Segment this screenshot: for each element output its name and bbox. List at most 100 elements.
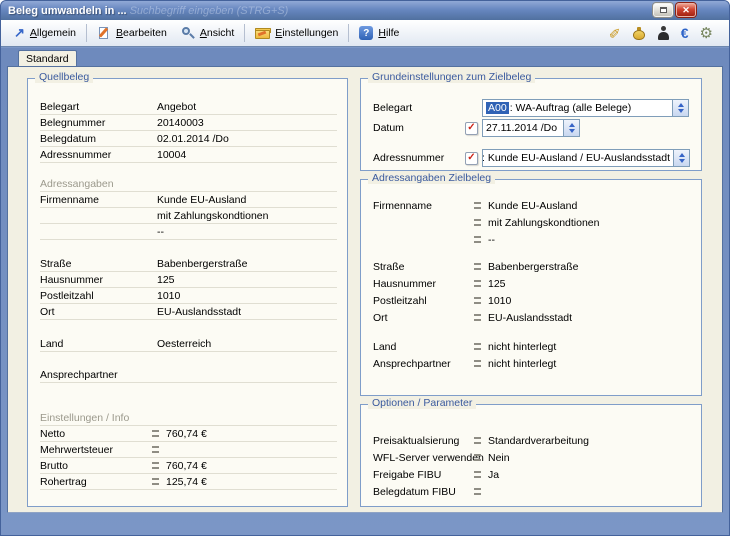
spin-up-icon [569,123,575,127]
field-value: Ja [488,469,499,481]
spin-down-icon [679,159,685,163]
field-value: 125 [157,274,175,286]
toolbar: Allgemein Bearbeiten Ansicht Einstellung… [1,20,729,47]
adressnummer-checkbox[interactable] [465,152,478,165]
hilfe-button[interactable]: Hilfe [352,23,406,43]
field-value: 1010 [488,295,511,307]
field-row: Mehrwertsteuer [40,442,337,458]
bearbeiten-button[interactable]: Bearbeiten [90,23,174,43]
bearbeiten-button-label: Bearbeiten [116,27,167,39]
field-label: Freigabe FIBU [373,469,474,481]
toolbar-right-icons [609,26,713,41]
titlebar[interactable]: Beleg umwandeln in ... Suchbegriff einge… [1,1,729,20]
datum-checkbox[interactable] [465,122,478,135]
quellbeleg-groupbox: Quellbeleg BelegartAngebot Belegnummer20… [27,78,348,507]
page-standard: Quellbeleg BelegartAngebot Belegnummer20… [7,66,723,513]
equals-bullet-icon [474,471,481,478]
label-rest: llgemein [37,27,76,39]
person-icon[interactable] [657,26,670,40]
equals-bullet-icon [474,280,481,287]
adressnummer-spinner[interactable] [673,150,689,166]
field-row: Hausnummer125 [373,275,691,292]
spin-down-icon [569,129,575,133]
gear-icon[interactable] [700,26,713,41]
field-label: Belegnummer [40,117,157,129]
label-rest: instellungen [282,27,338,39]
field-label: Adressnummer [373,152,465,164]
field-row: Belegdatum FIBU [373,483,691,500]
field-row: mit Zahlungskondtionen [373,214,691,231]
money-bag-icon[interactable] [632,26,646,40]
equals-bullet-icon [152,430,159,437]
field-row: Ansprechpartnernicht hinterlegt [373,355,691,372]
field-label: Adressnummer [40,149,157,161]
belegart-combobox[interactable]: A00: WA-Auftrag (alle Belege) [482,99,689,117]
field-row: OrtEU-Auslandsstadt [373,309,691,326]
field-label: Ort [40,306,157,318]
titlebar-search-hint[interactable]: Suchbegriff eingeben (STRG+S) [130,5,289,17]
field-row: Brutto760,74 € [40,458,337,474]
pencil-icon[interactable] [609,26,621,41]
datum-combobox[interactable]: 27.11.2014 /Do [482,119,580,137]
equals-bullet-icon [474,236,481,243]
equals-bullet-icon [152,462,159,469]
equals-bullet-icon [152,446,159,453]
field-value: Angebot [157,101,196,113]
field-label: Belegart [40,101,157,113]
field-value: mit Zahlungskondtionen [157,210,269,222]
optionen-parameter-legend: Optionen / Parameter [368,397,476,409]
equals-bullet-icon [474,297,481,304]
field-row: Postleitzahl1010 [40,288,337,304]
field-label: Firmenname [40,194,157,206]
field-row: WFL-Server verwendenNein [373,449,691,466]
field-label: Preisaktualsierung [373,435,474,447]
tab-standard[interactable]: Standard [18,50,77,67]
einstellungen-button-label: Einstellungen [275,27,338,39]
allgemein-button[interactable]: Allgemein [7,23,83,43]
field-label: Straße [40,258,157,270]
field-row: Rohertrag125,74 € [40,474,337,490]
field-label: Ansprechpartner [373,358,474,370]
euro-icon[interactable] [681,26,689,41]
field-row: mit Zahlungskondtionen [40,208,337,224]
field-row: Belegnummer20140003 [40,115,337,131]
main-area: Standard Quellbeleg BelegartAngebot Bele… [1,48,729,535]
label-rest: ilfe [386,27,399,39]
spin-down-icon [678,109,684,113]
field-label: Straße [373,261,474,273]
field-value: 10004 [157,149,186,161]
field-label: Hausnummer [40,274,157,286]
ansicht-button[interactable]: Ansicht [174,23,241,43]
hilfe-button-label: Hilfe [378,27,399,39]
section-header: Einstellungen / Info [40,410,337,426]
adressnummer-combobox[interactable]: 10004: Kunde EU-Ausland / EU-Auslandssta… [482,149,690,167]
allgemein-button-label: Allgemein [30,27,76,39]
field-value: Kunde EU-Ausland [157,194,246,206]
field-value: -- [488,234,495,246]
field-value: EU-Auslandsstadt [488,312,572,324]
field-label: Firmenname [373,200,474,212]
restore-icon [660,7,667,13]
field-row: Landnicht hinterlegt [373,338,691,355]
combo-value: 27.11.2014 /Do [483,120,563,136]
einstellungen-button[interactable]: Einstellungen [248,24,345,43]
equals-bullet-icon [474,488,481,495]
field-row: -- [40,224,337,240]
field-label: Belegart [373,102,482,114]
window-title: Beleg umwandeln in ... [8,5,127,17]
restore-button[interactable] [653,3,673,17]
field-row: OrtEU-Auslandsstadt [40,304,337,320]
field-label: Netto [40,428,152,440]
equals-bullet-icon [474,454,481,461]
field-row: StraßeBabenbergerstraße [40,256,337,272]
field-row: Netto760,74 € [40,426,337,442]
close-icon [682,4,690,16]
field-row: Freigabe FIBU Ja [373,466,691,483]
datum-spinner[interactable] [563,120,579,136]
field-value: Kunde EU-Ausland [488,200,577,212]
field-label: WFL-Server verwenden [373,452,474,464]
field-value: -- [157,226,164,238]
close-button[interactable] [676,3,696,17]
belegart-spinner[interactable] [672,100,688,116]
field-label: Land [373,341,474,353]
